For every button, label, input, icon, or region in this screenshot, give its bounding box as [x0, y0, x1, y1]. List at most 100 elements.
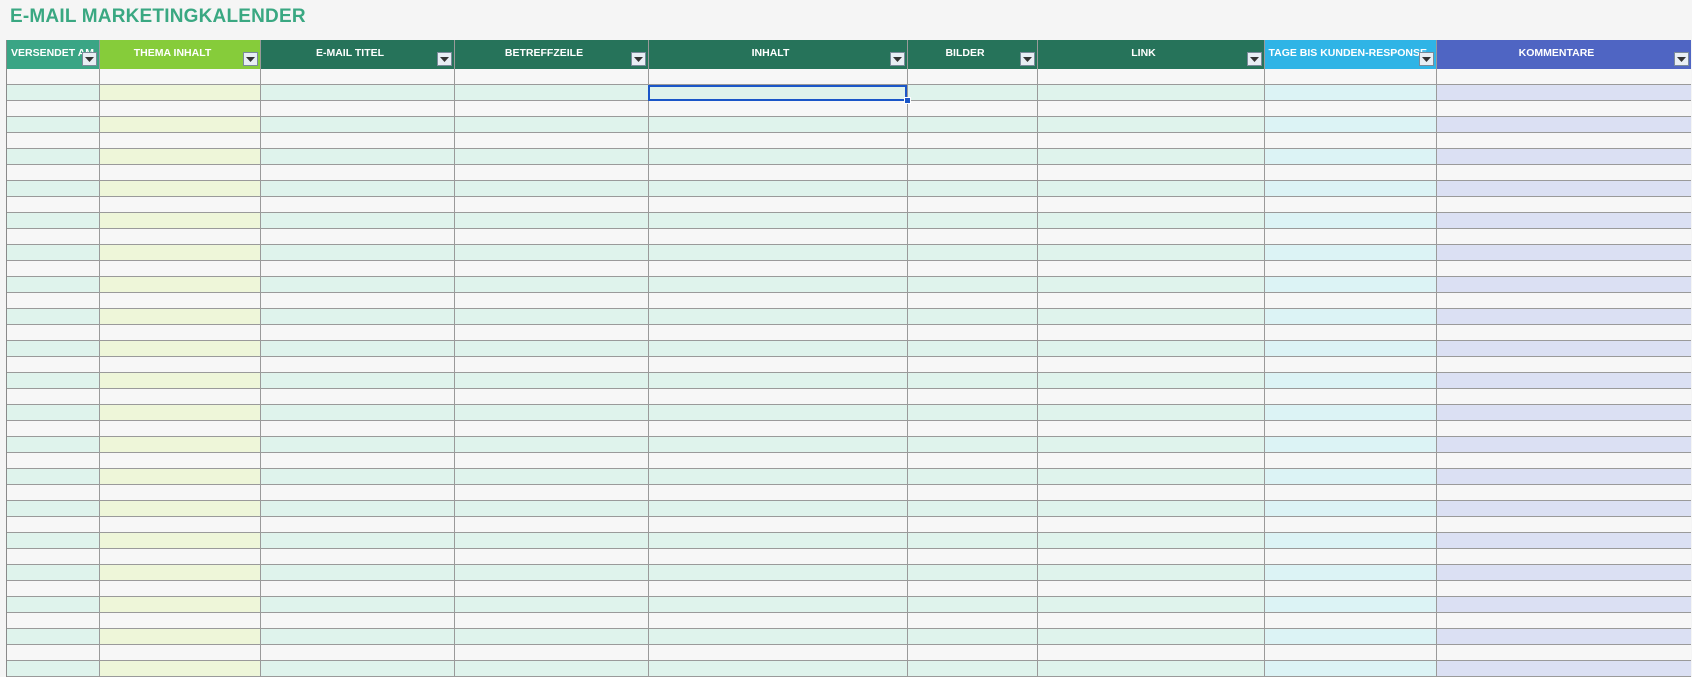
table-cell[interactable] [7, 436, 100, 453]
table-cell[interactable] [1436, 260, 1691, 277]
table-cell[interactable] [1436, 148, 1691, 165]
table-cell[interactable] [454, 548, 649, 565]
table-cell[interactable] [1264, 164, 1437, 181]
table-cell[interactable] [99, 612, 261, 629]
table-cell[interactable] [260, 468, 455, 485]
table-cell[interactable] [7, 228, 100, 245]
table-cell[interactable] [1436, 276, 1691, 293]
table-cell[interactable] [1436, 516, 1691, 533]
table-cell[interactable] [260, 148, 455, 165]
filter-dropdown-icon[interactable] [1246, 52, 1262, 66]
table-cell[interactable] [1436, 500, 1691, 517]
table-cell[interactable] [99, 324, 261, 341]
table-cell[interactable] [454, 484, 649, 501]
table-cell[interactable] [1037, 180, 1265, 197]
table-cell[interactable] [99, 532, 261, 549]
table-cell[interactable] [454, 452, 649, 469]
table-cell[interactable] [907, 132, 1038, 149]
table-cell[interactable] [454, 564, 649, 581]
table-cell[interactable] [648, 292, 908, 309]
table-cell[interactable] [1037, 69, 1265, 85]
table-cell[interactable] [1436, 564, 1691, 581]
table-cell[interactable] [648, 436, 908, 453]
table-cell[interactable] [648, 564, 908, 581]
table-cell[interactable] [907, 628, 1038, 645]
table-cell[interactable] [1264, 196, 1437, 213]
table-cell[interactable] [907, 404, 1038, 421]
table-cell[interactable] [1037, 500, 1265, 517]
table-cell[interactable] [648, 116, 908, 133]
table-cell[interactable] [7, 308, 100, 325]
table-cell[interactable] [7, 196, 100, 213]
table-cell[interactable] [260, 660, 455, 677]
table-cell[interactable] [7, 388, 100, 405]
table-cell[interactable] [7, 484, 100, 501]
table-cell[interactable] [99, 484, 261, 501]
table-cell[interactable] [7, 340, 100, 357]
table-cell[interactable] [260, 420, 455, 437]
table-cell[interactable] [7, 164, 100, 181]
table-cell[interactable] [99, 69, 261, 85]
table-cell[interactable] [1037, 580, 1265, 597]
table-cell[interactable] [99, 84, 261, 101]
table-cell[interactable] [7, 244, 100, 261]
table-cell[interactable] [99, 100, 261, 117]
table-cell[interactable] [260, 84, 455, 101]
table-cell[interactable] [454, 612, 649, 629]
table-cell[interactable] [7, 564, 100, 581]
table-cell[interactable] [7, 644, 100, 661]
table-cell[interactable] [454, 100, 649, 117]
table-cell[interactable] [907, 660, 1038, 677]
column-header-inhalt[interactable]: INHALT [648, 40, 908, 69]
table-cell[interactable] [907, 532, 1038, 549]
table-cell[interactable] [907, 116, 1038, 133]
table-cell[interactable] [1264, 372, 1437, 389]
table-cell[interactable] [907, 69, 1038, 85]
table-cell[interactable] [260, 356, 455, 373]
table-cell[interactable] [7, 212, 100, 229]
table-cell[interactable] [648, 628, 908, 645]
table-cell[interactable] [99, 228, 261, 245]
table-cell[interactable] [454, 228, 649, 245]
table-cell[interactable] [1037, 596, 1265, 613]
table-cell[interactable] [7, 532, 100, 549]
table-cell[interactable] [648, 212, 908, 229]
table-cell[interactable] [260, 436, 455, 453]
table-cell[interactable] [1436, 660, 1691, 677]
table-cell[interactable] [1264, 516, 1437, 533]
table-cell[interactable] [1264, 84, 1437, 101]
table-cell[interactable] [1436, 228, 1691, 245]
table-cell[interactable] [7, 468, 100, 485]
table-cell[interactable] [99, 164, 261, 181]
table-cell[interactable] [907, 644, 1038, 661]
table-cell[interactable] [907, 148, 1038, 165]
table-cell[interactable] [1037, 436, 1265, 453]
table-cell[interactable] [99, 260, 261, 277]
table-cell[interactable] [1436, 180, 1691, 197]
table-cell[interactable] [260, 580, 455, 597]
table-cell[interactable] [907, 564, 1038, 581]
table-cell[interactable] [1264, 244, 1437, 261]
table-cell[interactable] [1264, 69, 1437, 85]
table-cell[interactable] [260, 276, 455, 293]
table-cell[interactable] [1037, 276, 1265, 293]
table-cell[interactable] [1037, 116, 1265, 133]
table-cell[interactable] [907, 276, 1038, 293]
table-cell[interactable] [99, 276, 261, 293]
table-cell[interactable] [648, 244, 908, 261]
table-cell[interactable] [99, 420, 261, 437]
table-cell[interactable] [454, 116, 649, 133]
table-cell[interactable] [7, 100, 100, 117]
table-cell[interactable] [907, 596, 1038, 613]
table-cell[interactable] [648, 644, 908, 661]
table-cell[interactable] [907, 292, 1038, 309]
table-cell[interactable] [907, 356, 1038, 373]
table-cell[interactable] [260, 644, 455, 661]
table-cell[interactable] [99, 580, 261, 597]
table-cell[interactable] [1436, 468, 1691, 485]
table-cell[interactable] [1037, 148, 1265, 165]
table-cell[interactable] [7, 580, 100, 597]
table-cell[interactable] [1264, 644, 1437, 661]
column-header-link[interactable]: LINK [1037, 40, 1265, 69]
table-cell[interactable] [454, 436, 649, 453]
